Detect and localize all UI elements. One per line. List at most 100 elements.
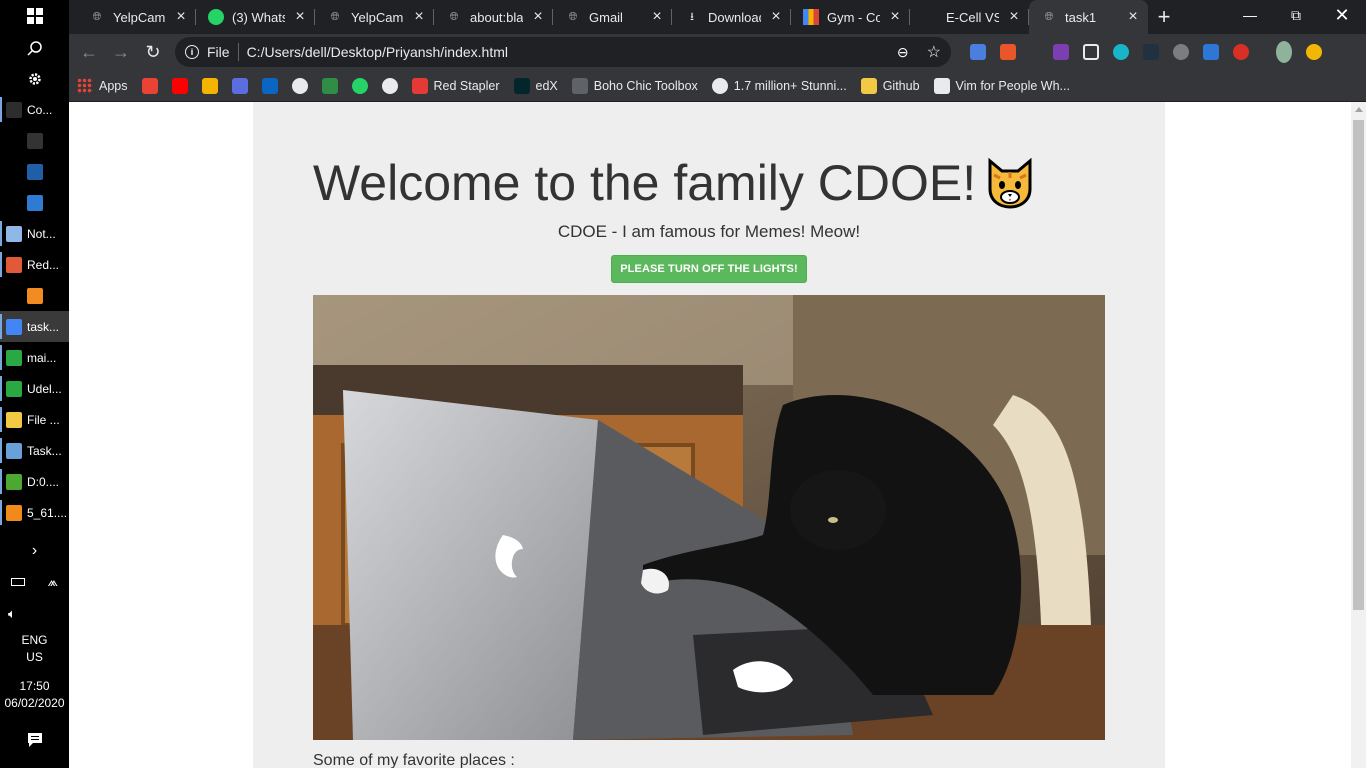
browser-tab[interactable]: 🌐︎ about:blank × bbox=[434, 0, 553, 34]
bookmark-item[interactable]: Apps bbox=[77, 77, 128, 94]
bookmark-item[interactable]: Vim for People Wh... bbox=[933, 77, 1070, 94]
bookmark-item[interactable]: 1.7 million+ Stunni... bbox=[711, 77, 847, 94]
settings-button[interactable] bbox=[0, 63, 69, 94]
chart-icon bbox=[803, 9, 819, 25]
forward-button[interactable]: → bbox=[107, 38, 135, 66]
tab-close-icon[interactable]: × bbox=[293, 8, 307, 26]
info-icon[interactable]: i bbox=[185, 45, 199, 59]
scrollbar-thumb[interactable] bbox=[1353, 120, 1364, 610]
pocket-extension-icon[interactable] bbox=[1083, 44, 1099, 60]
address-bar[interactable]: i File C:/Users/dell/Desktop/Priyansh/in… bbox=[175, 37, 951, 67]
tab-close-icon[interactable]: × bbox=[174, 8, 188, 26]
turn-off-lights-button[interactable]: PLEASE TURN OFF THE LIGHTS! bbox=[611, 255, 807, 283]
browser-tab[interactable]: (3) WhatsApp × bbox=[196, 0, 315, 34]
zoom-icon[interactable]: ⊖ bbox=[897, 44, 909, 61]
tab-list: 🌐︎ YelpCamp × (3) WhatsApp × 🌐︎ YelpCamp × 🌐︎ abo… bbox=[77, 0, 1148, 34]
browser-tab[interactable]: 🌐︎ task1 × bbox=[1029, 0, 1148, 34]
browser-tab[interactable]: 🌐︎ YelpCamp × bbox=[77, 0, 196, 34]
page-subtitle: CDOE - I am famous for Memes! Meow! bbox=[557, 222, 861, 241]
bookmark-star-icon[interactable]: ☆ bbox=[927, 42, 941, 62]
taskbar-app[interactable]: Udel... bbox=[0, 373, 69, 404]
vlc-icon bbox=[6, 504, 22, 521]
bookmark-item[interactable] bbox=[381, 77, 398, 94]
taskbar-app-label: mai... bbox=[27, 350, 57, 365]
url-text[interactable]: C:/Users/dell/Desktop/Priyansh/index.htm… bbox=[247, 44, 889, 60]
taskbar-app[interactable]: 5_61.... bbox=[0, 497, 69, 528]
bookmark-item[interactable] bbox=[201, 77, 218, 94]
taskbar-app[interactable]: task... bbox=[0, 311, 69, 342]
cat-face-icon bbox=[982, 155, 1038, 211]
bookmarks-bar: Apps Red Stapler edX Boho Chic Toolbox 1.7 m… bbox=[69, 70, 1366, 102]
bookmark-label: 1.7 million+ Stunni... bbox=[733, 78, 847, 93]
reload-button[interactable]: ↻ bbox=[139, 38, 167, 66]
onenote-extension-icon[interactable] bbox=[1053, 44, 1069, 60]
taskbar-app[interactable]: Co... bbox=[0, 94, 69, 125]
tab-close-icon[interactable]: × bbox=[650, 8, 664, 26]
bookmark-item[interactable] bbox=[141, 77, 158, 94]
back-button[interactable]: ← bbox=[75, 38, 103, 66]
taskbar-app[interactable]: Task... bbox=[0, 435, 69, 466]
browser-tab[interactable]: 🌐︎ Gmail × bbox=[553, 0, 672, 34]
taskbar-app[interactable]: mai... bbox=[0, 342, 69, 373]
youtube-icon bbox=[171, 77, 188, 94]
analytics-icon bbox=[201, 77, 218, 94]
tab-close-icon[interactable]: × bbox=[888, 8, 902, 26]
language-indicator[interactable]: ENG US bbox=[0, 632, 69, 666]
bookmark-label: Vim for People Wh... bbox=[955, 78, 1070, 93]
tab-close-icon[interactable]: × bbox=[412, 8, 426, 26]
taskbar-app[interactable]: D:0.... bbox=[0, 466, 69, 497]
bookmark-item[interactable] bbox=[171, 77, 188, 94]
bookmark-item[interactable] bbox=[291, 77, 308, 94]
bookmark-item[interactable] bbox=[351, 77, 368, 94]
tab-close-icon[interactable]: × bbox=[1126, 8, 1140, 26]
translate-extension-icon[interactable] bbox=[970, 44, 986, 60]
bookmark-item[interactable] bbox=[231, 77, 248, 94]
medium-extension-icon[interactable] bbox=[1143, 44, 1159, 60]
taskbar-app[interactable] bbox=[0, 156, 69, 187]
tab-close-icon[interactable]: × bbox=[531, 8, 545, 26]
scroll-up-icon[interactable] bbox=[1355, 107, 1363, 112]
browser-tab[interactable]: ⭳ Downloads × bbox=[672, 0, 791, 34]
browser-tab[interactable]: 🌐︎ YelpCamp × bbox=[315, 0, 434, 34]
taskbar-app[interactable] bbox=[0, 187, 69, 218]
new-tab-button[interactable]: + bbox=[1148, 0, 1180, 34]
wifi-icon[interactable]: ⩕ bbox=[48, 574, 58, 590]
bookmark-label: edX bbox=[535, 78, 558, 93]
clock[interactable]: 17:50 06/02/2020 bbox=[0, 678, 69, 712]
tab-close-icon[interactable]: × bbox=[1007, 8, 1021, 26]
new-extension-icon[interactable] bbox=[1203, 44, 1219, 60]
yab-extension-icon[interactable] bbox=[1233, 44, 1249, 60]
taskbar-app[interactable] bbox=[0, 280, 69, 311]
profile-avatar[interactable] bbox=[1276, 41, 1292, 63]
running-indicator bbox=[0, 438, 2, 463]
tab-close-icon[interactable]: × bbox=[769, 8, 783, 26]
taskbar-app[interactable]: Not... bbox=[0, 218, 69, 249]
show-more-button[interactable]: › bbox=[0, 536, 69, 566]
search-button[interactable] bbox=[0, 32, 69, 63]
extension-icon[interactable] bbox=[1000, 44, 1016, 60]
browser-tab[interactable]: Gym - Code × bbox=[791, 0, 910, 34]
maximize-button[interactable]: ⧉ bbox=[1273, 0, 1319, 30]
minimize-button[interactable]: — bbox=[1227, 0, 1273, 30]
battery-icon[interactable] bbox=[11, 578, 26, 586]
action-center-button[interactable] bbox=[0, 724, 69, 756]
bookmark-item[interactable] bbox=[261, 77, 278, 94]
bookmark-item[interactable]: edX bbox=[513, 77, 558, 94]
update-icon[interactable] bbox=[1306, 44, 1322, 60]
running-indicator bbox=[0, 500, 2, 525]
taskbar-app[interactable]: File ... bbox=[0, 404, 69, 435]
bookmark-item[interactable]: Red Stapler bbox=[411, 77, 500, 94]
bookmark-item[interactable]: Github bbox=[860, 77, 920, 94]
browser-tab[interactable]: E-Cell VSSUT × bbox=[910, 0, 1029, 34]
close-window-button[interactable]: ✕ bbox=[1319, 0, 1365, 30]
chrome-icon bbox=[6, 318, 22, 335]
m-extension-icon[interactable] bbox=[1113, 44, 1129, 60]
volume-icon[interactable]: 🔈︎ bbox=[8, 606, 16, 622]
start-button[interactable] bbox=[0, 0, 69, 32]
bookmark-item[interactable] bbox=[321, 77, 338, 94]
taskbar-app[interactable]: Red... bbox=[0, 249, 69, 280]
taskbar-app[interactable] bbox=[0, 125, 69, 156]
page-scrollbar[interactable] bbox=[1351, 102, 1366, 768]
download-extension-icon[interactable] bbox=[1173, 44, 1189, 60]
bookmark-item[interactable]: Boho Chic Toolbox bbox=[571, 77, 698, 94]
